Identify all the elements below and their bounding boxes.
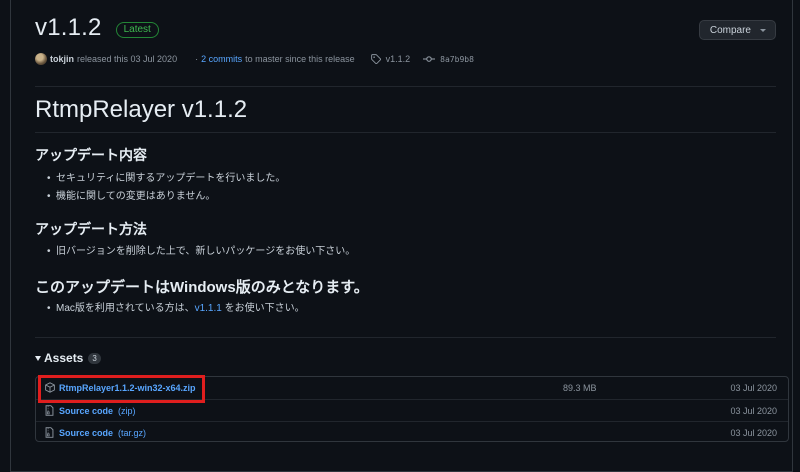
compare-button[interactable]: Compare bbox=[698, 20, 776, 40]
asset-format: (zip) bbox=[118, 405, 136, 416]
asset-format: (tar.gz) bbox=[118, 427, 147, 438]
section-heading: アップデート内容 bbox=[35, 147, 147, 163]
author-link[interactable]: tokjin bbox=[50, 54, 74, 64]
chevron-down-icon bbox=[760, 28, 766, 32]
file-zip-icon bbox=[45, 405, 54, 418]
asset-size: 89.3 MB bbox=[563, 383, 597, 393]
meta-separator: · bbox=[195, 54, 199, 64]
latest-badge: Latest bbox=[115, 21, 159, 38]
list-item: Mac版を利用されている方は、v1.1.1 をお使い下さい。 bbox=[47, 300, 305, 318]
assets-list: RtmpRelayer1.1.2-win32-x64.zip 89.3 MB 0… bbox=[35, 376, 789, 442]
source-code-targz-link[interactable]: Source code (tar.gz) bbox=[59, 428, 146, 438]
asset-download-link[interactable]: RtmpRelayer1.1.2-win32-x64.zip bbox=[59, 383, 196, 393]
compare-button-label: Compare bbox=[709, 24, 751, 36]
asset-row: RtmpRelayer1.1.2-win32-x64.zip 89.3 MB 0… bbox=[36, 377, 788, 399]
section-list: セキュリティに関するアップデートを行いました。 機能に関しての変更はありません。 bbox=[47, 170, 285, 206]
commit-hash-link[interactable]: 8a7b9b8 bbox=[440, 55, 474, 64]
section-heading: アップデート方法 bbox=[35, 221, 147, 237]
assets-label: Assets bbox=[44, 351, 84, 365]
section-heading: このアップデートはWindows版のみとなります。 bbox=[35, 279, 369, 296]
asset-name-text: Source code bbox=[59, 405, 114, 416]
assets-toggle[interactable]: Assets 3 bbox=[35, 351, 101, 365]
divider bbox=[35, 132, 776, 133]
released-text: released this 03 Jul 2020 bbox=[77, 54, 178, 64]
release-card: v1.1.2 Latest Compare tokjin released th… bbox=[10, 0, 793, 472]
section-list: 旧バージョンを削除した上で、新しいパッケージをお使い下さい。 bbox=[47, 243, 355, 261]
package-icon bbox=[45, 382, 55, 395]
triangle-down-icon bbox=[35, 355, 41, 361]
avatar[interactable] bbox=[35, 53, 47, 65]
commits-link[interactable]: 2 commits bbox=[201, 54, 242, 64]
file-zip-icon bbox=[45, 427, 54, 440]
list-item: 機能に関しての変更はありません。 bbox=[47, 188, 285, 206]
git-commit-icon bbox=[423, 54, 436, 64]
note-text: Mac版を利用されている方は、 bbox=[56, 303, 195, 314]
list-item: 旧バージョンを削除した上で、新しいパッケージをお使い下さい。 bbox=[47, 243, 355, 261]
asset-date: 03 Jul 2020 bbox=[730, 383, 777, 393]
asset-date: 03 Jul 2020 bbox=[730, 405, 777, 416]
asset-date: 03 Jul 2020 bbox=[730, 427, 777, 438]
list-item: セキュリティに関するアップデートを行いました。 bbox=[47, 170, 285, 188]
asset-row: Source code (zip) 03 Jul 2020 bbox=[36, 399, 788, 421]
version-title[interactable]: v1.1.2 bbox=[35, 14, 102, 42]
release-meta: tokjin released this 03 Jul 2020 · 2 com… bbox=[35, 52, 474, 66]
version-link[interactable]: v1.1.1 bbox=[195, 303, 222, 314]
assets-count-badge: 3 bbox=[88, 352, 101, 364]
section-list: Mac版を利用されている方は、v1.1.1 をお使い下さい。 bbox=[47, 300, 305, 318]
tag-icon bbox=[370, 54, 381, 64]
divider bbox=[35, 337, 776, 338]
source-code-zip-link[interactable]: Source code (zip) bbox=[59, 406, 136, 416]
tag-link[interactable]: v1.1.2 bbox=[386, 54, 411, 64]
divider bbox=[35, 86, 776, 87]
asset-row: Source code (tar.gz) 03 Jul 2020 bbox=[36, 421, 788, 443]
asset-name-text: Source code bbox=[59, 427, 114, 438]
release-header: v1.1.2 Latest bbox=[35, 14, 159, 42]
commits-suffix: to master since this release bbox=[245, 54, 355, 64]
release-title: RtmpRelayer v1.1.2 bbox=[35, 96, 248, 123]
note-text: をお使い下さい。 bbox=[221, 303, 305, 314]
